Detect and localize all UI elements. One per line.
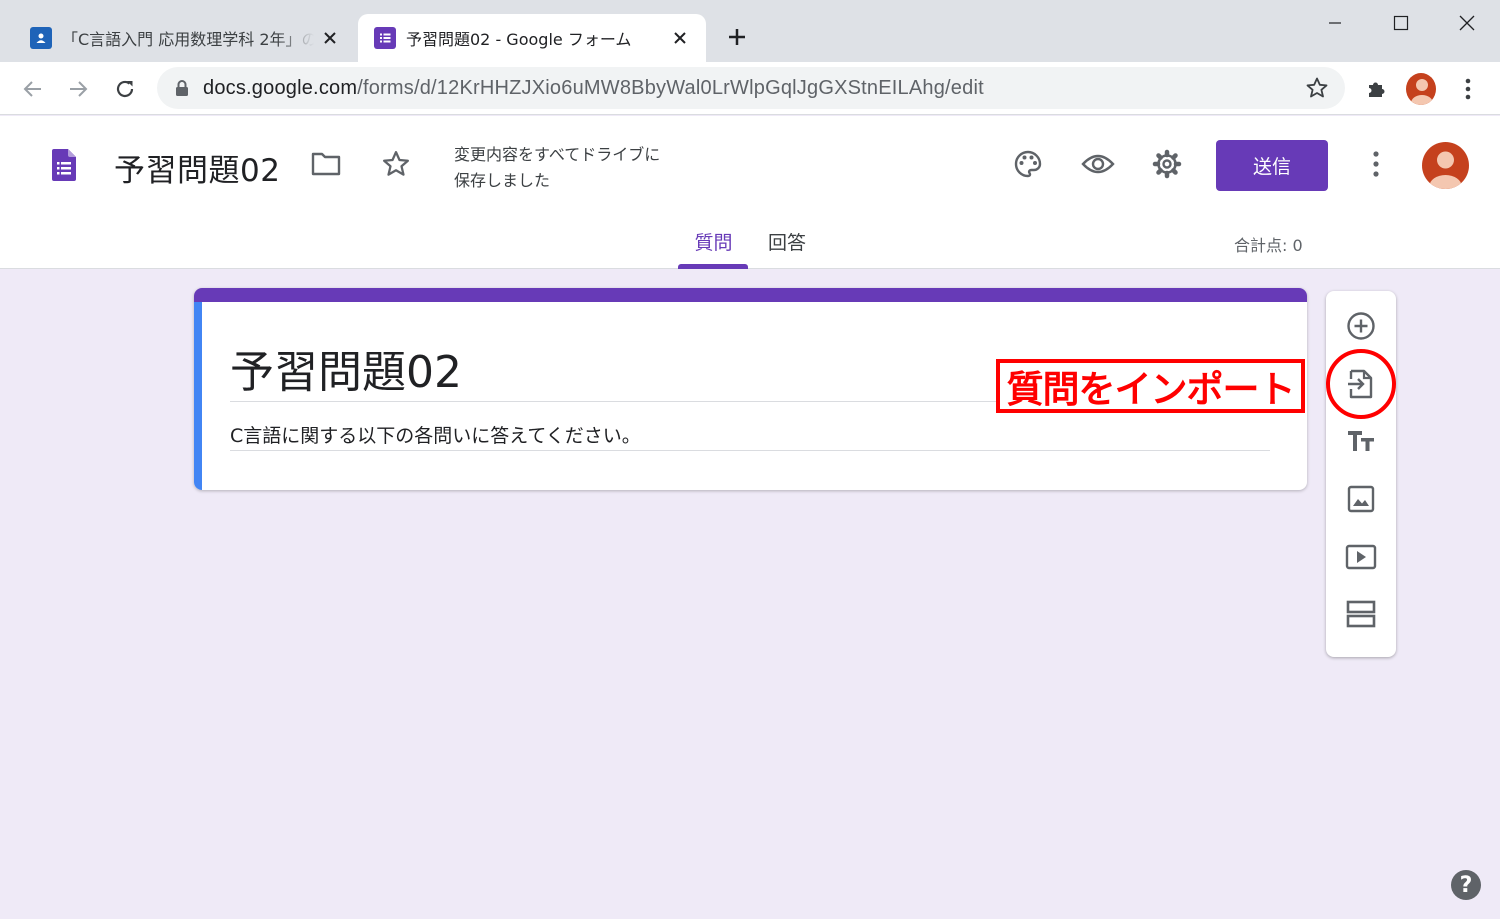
google-forms-logo-icon[interactable] [52, 149, 76, 181]
move-to-folder-icon[interactable] [306, 144, 346, 184]
save-status-line1: 変更内容をすべてドライブに [454, 145, 661, 164]
forward-arrow-icon[interactable] [63, 74, 93, 104]
account-avatar[interactable] [1422, 142, 1469, 189]
new-tab-plus-icon[interactable] [724, 24, 750, 50]
bookmark-star-icon[interactable] [1305, 76, 1329, 100]
profile-avatar[interactable] [1406, 73, 1436, 105]
save-status: 変更内容をすべてドライブに 保存しました [454, 142, 694, 194]
browser-tab-strip: 「C言語入門 応用数理学科 2年」の 予習問題02 - Google フォーム [0, 0, 1500, 62]
chrome-menu-icon[interactable] [1453, 74, 1483, 104]
browser-tab-forms[interactable]: 予習問題02 - Google フォーム [358, 14, 706, 62]
page-title[interactable]: 予習問題02 [114, 145, 280, 190]
tab-title: 予習問題02 - Google フォーム [406, 30, 632, 49]
tab-title: 「C言語入門 応用数理学科 2年」の [62, 30, 314, 49]
star-icon[interactable] [376, 144, 416, 184]
palette-icon[interactable] [1008, 144, 1048, 184]
browser-tab-classroom[interactable]: 「C言語入門 応用数理学科 2年」の [18, 14, 356, 62]
add-title-icon[interactable] [1341, 421, 1381, 461]
back-arrow-icon[interactable] [18, 74, 48, 104]
send-button[interactable]: 送信 [1216, 140, 1328, 191]
help-button[interactable]: ? [1451, 870, 1481, 900]
close-tab-icon[interactable] [670, 28, 690, 48]
settings-gear-icon[interactable] [1147, 144, 1187, 184]
total-points: 合計点: 0 [1234, 236, 1303, 255]
extensions-puzzle-icon[interactable] [1361, 74, 1391, 104]
form-description-field[interactable]: C言語に関する以下の各問いに答えてください。 [230, 421, 641, 448]
preview-eye-icon[interactable] [1078, 144, 1118, 184]
divider [230, 450, 1270, 451]
save-status-line2: 保存しました [454, 171, 551, 190]
theme-color-bar [194, 288, 1307, 302]
annotation-circle [1326, 349, 1396, 419]
minimize-window-icon[interactable] [1320, 10, 1350, 36]
add-question-icon[interactable] [1341, 306, 1381, 346]
address-bar[interactable]: docs.google.com/forms/d/12KrHHZJXio6uMW8… [157, 67, 1345, 109]
close-window-icon[interactable] [1452, 10, 1482, 36]
url-path: /forms/d/12KrHHZJXio6uMW8BbyWal0LrWlpGql… [357, 76, 984, 99]
maximize-window-icon[interactable] [1386, 10, 1416, 36]
google-classroom-icon [30, 27, 52, 49]
add-image-icon[interactable] [1341, 479, 1381, 519]
focus-indicator-bar [194, 302, 202, 490]
more-options-icon[interactable] [1356, 144, 1396, 184]
url-host: docs.google.com [203, 76, 358, 99]
browser-toolbar: docs.google.com/forms/d/12KrHHZJXio6uMW8… [0, 62, 1500, 115]
side-toolbar [1326, 291, 1396, 657]
forms-header: 予習問題02 変更内容をすべてドライブに 保存しました 送信 質問 回答 合計点… [0, 116, 1500, 269]
active-tab-indicator [678, 264, 748, 269]
lock-icon [175, 79, 189, 97]
reload-icon[interactable] [110, 74, 140, 104]
tab-questions[interactable]: 質問 [680, 228, 747, 255]
google-forms-icon [374, 27, 396, 49]
url-text: docs.google.com/forms/d/12KrHHZJXio6uMW8… [203, 77, 984, 100]
form-title-field[interactable]: 予習問題02 [230, 336, 462, 400]
tab-responses[interactable]: 回答 [768, 228, 806, 255]
close-tab-icon[interactable] [320, 28, 340, 48]
add-video-icon[interactable] [1341, 537, 1381, 577]
add-section-icon[interactable] [1341, 594, 1381, 634]
annotation-callout: 質問をインポート [996, 359, 1305, 413]
